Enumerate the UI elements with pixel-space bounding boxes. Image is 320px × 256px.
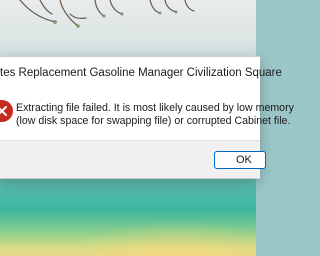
error-message-line-2: (low disk space for swapping file) or co… (16, 115, 291, 127)
dialog-titlebar[interactable]: tes Replacement Gasoline Manager Civiliz… (0, 57, 282, 89)
error-icon (0, 100, 13, 122)
error-message: Extracting file failed. It is most likel… (16, 102, 294, 128)
tree-branch-image (19, 0, 195, 28)
dialog-content: Extracting file failed. It is most likel… (0, 89, 294, 141)
dialog-title: tes Replacement Gasoline Manager Civiliz… (0, 67, 282, 79)
error-message-line-1: Extracting file failed. It is most likel… (16, 102, 294, 114)
error-dialog: tes Replacement Gasoline Manager Civiliz… (0, 56, 294, 179)
dialog-footer: OK (0, 140, 266, 178)
ok-button[interactable]: OK (214, 151, 266, 169)
